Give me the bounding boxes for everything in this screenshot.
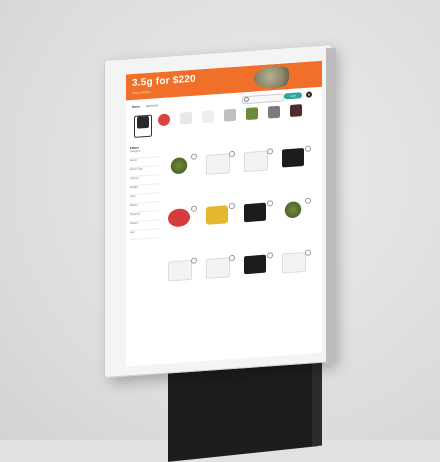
- product-card[interactable]: [164, 151, 198, 201]
- product-image: [244, 202, 266, 223]
- add-to-cart-icon[interactable]: [305, 249, 311, 256]
- category-pre-rolls[interactable]: [266, 105, 282, 127]
- product-image: [168, 207, 190, 228]
- promo-subline: Select Strains: [132, 89, 151, 96]
- add-to-cart-icon[interactable]: [229, 254, 235, 262]
- deals-icon: [158, 113, 170, 127]
- product-image: [282, 148, 304, 168]
- pre-roll-icon: [268, 105, 280, 119]
- product-card[interactable]: [278, 143, 312, 193]
- tab-specials[interactable]: Specials: [146, 103, 158, 108]
- product-image: [244, 150, 268, 173]
- product-card[interactable]: [202, 201, 236, 251]
- kiosk-screen: 3.5g for $220 Select Strains Menu Specia…: [126, 60, 322, 367]
- product-image: [206, 153, 230, 175]
- add-to-cart-icon[interactable]: [191, 153, 197, 160]
- flower-icon: [202, 110, 214, 124]
- product-image: [244, 254, 266, 275]
- kiosk-frame-side: [326, 47, 336, 363]
- product-card[interactable]: [202, 149, 236, 199]
- concentrates-icon: [246, 107, 258, 121]
- category-all[interactable]: [134, 114, 152, 138]
- kiosk-stand: [168, 356, 318, 462]
- photo-background: 3.5g for $220 Select Strains Menu Specia…: [0, 0, 440, 462]
- add-to-cart-icon[interactable]: [305, 197, 311, 204]
- add-to-cart-icon[interactable]: [305, 145, 311, 152]
- product-card[interactable]: [240, 250, 274, 300]
- product-image: [282, 251, 306, 274]
- category-topicals[interactable]: [288, 104, 304, 125]
- product-image: [168, 155, 190, 176]
- category-vapes[interactable]: [222, 108, 238, 130]
- kiosk-display: 3.5g for $220 Select Strains Menu Specia…: [104, 44, 336, 378]
- add-to-cart-icon[interactable]: [191, 205, 197, 212]
- product-card[interactable]: [278, 247, 312, 297]
- product-card[interactable]: [164, 203, 198, 253]
- product-image: [282, 200, 304, 220]
- filter-sidebar: Filters Category Brand Strain Type Poten…: [130, 144, 160, 356]
- flower-bud-image: [254, 64, 294, 90]
- product-image: [168, 259, 192, 282]
- add-to-cart-icon[interactable]: [267, 252, 273, 259]
- product-card[interactable]: [240, 146, 274, 196]
- kiosk-stand-edge: [312, 355, 322, 447]
- cart-button[interactable]: Cart: [284, 92, 302, 100]
- category-flower[interactable]: [200, 110, 216, 131]
- product-card[interactable]: [240, 198, 274, 248]
- store-logo-badge: [306, 91, 312, 98]
- product-card[interactable]: [278, 195, 312, 245]
- add-to-cart-icon[interactable]: [267, 148, 273, 155]
- category-concentrates[interactable]: [244, 107, 260, 128]
- all-icon: [137, 115, 149, 129]
- product-image: [206, 257, 230, 279]
- add-to-cart-icon[interactable]: [229, 150, 235, 158]
- topicals-icon: [290, 104, 302, 117]
- vapes-icon: [224, 108, 236, 122]
- product-card[interactable]: [164, 255, 198, 305]
- tab-menu[interactable]: Menu: [132, 104, 140, 109]
- add-to-cart-icon[interactable]: [229, 202, 235, 210]
- promo-headline: 3.5g for $220: [132, 73, 196, 90]
- category-deals[interactable]: [156, 113, 172, 134]
- category-edibles[interactable]: [178, 111, 194, 133]
- edibles-icon: [180, 111, 192, 125]
- add-to-cart-icon[interactable]: [191, 257, 197, 264]
- product-card[interactable]: [202, 253, 236, 303]
- add-to-cart-icon[interactable]: [267, 200, 273, 207]
- filter-row[interactable]: Sort: [130, 229, 160, 241]
- product-image: [206, 205, 228, 225]
